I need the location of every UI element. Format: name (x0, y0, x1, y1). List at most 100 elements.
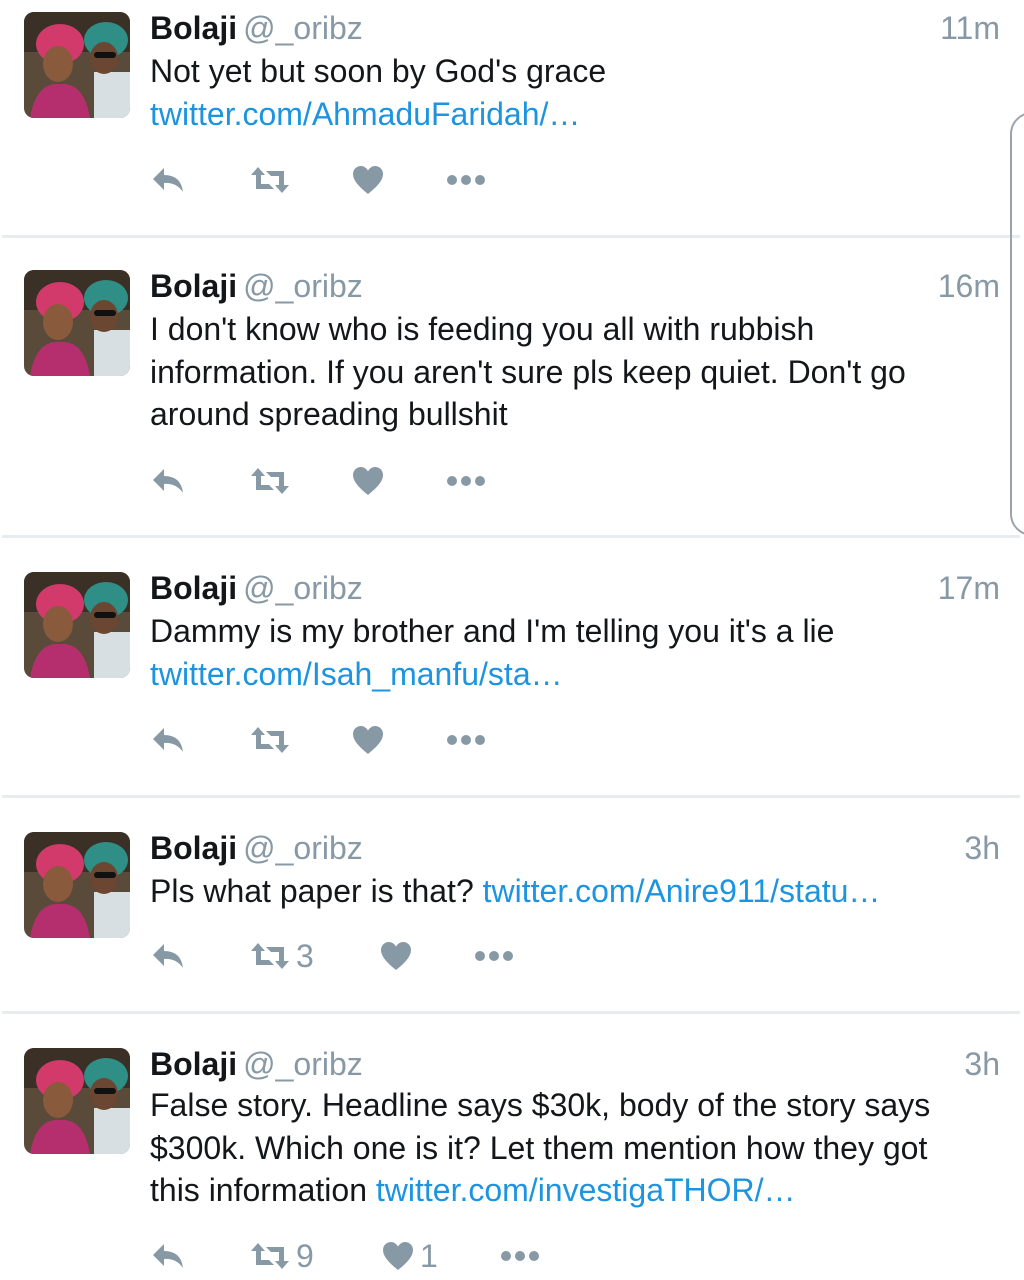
avatar[interactable] (24, 270, 130, 376)
like-count: 1 (420, 1237, 438, 1274)
retweet-button[interactable] (250, 160, 290, 200)
tweet-line: twitter.com/AhmaduFaridah/… (150, 93, 990, 136)
timestamp[interactable]: 11m (940, 8, 1000, 48)
like-button[interactable] (352, 160, 384, 200)
retweet-count: 3 (296, 937, 314, 974)
avatar[interactable] (24, 832, 130, 938)
timestamp[interactable]: 3h (964, 828, 1000, 868)
tweet-line-text: False story. Headline says $30k, body of… (150, 1087, 931, 1123)
tweet-header: Bolaji @_oribz 16m (150, 266, 1000, 306)
tweet-line: $300k. Which one is it? Let them mention… (150, 1127, 990, 1170)
tweet-line: Pls what paper is that? twitter.com/Anir… (150, 870, 990, 913)
reply-button[interactable] (150, 936, 186, 976)
author-handle[interactable]: @_oribz (243, 570, 363, 606)
tweet-link[interactable]: twitter.com/Anire911/statu… (483, 873, 881, 909)
timeline: Bolaji @_oribz 11m Not yet but soon by Go… (0, 0, 1024, 1280)
heart-icon (353, 166, 383, 194)
tweet-line: False story. Headline says $30k, body of… (150, 1084, 990, 1127)
reply-icon (153, 469, 183, 493)
more-icon (475, 951, 513, 961)
tweet-header: Bolaji @_oribz 17m (150, 568, 1000, 608)
scroll-edge (1010, 112, 1024, 536)
retweet-button[interactable] (250, 461, 290, 501)
tweet-line-text: information. If you aren't sure pls keep… (150, 353, 906, 390)
retweet-icon (251, 943, 289, 969)
reply-button[interactable] (150, 720, 186, 760)
tweet-line: this information twitter.com/investigaTH… (150, 1169, 990, 1212)
heart-icon (353, 726, 383, 754)
heart-icon (383, 1242, 413, 1270)
tweet-line: around spreading bullshit (150, 393, 990, 436)
more-button[interactable] (446, 720, 486, 760)
reply-icon (153, 1244, 183, 1268)
avatar[interactable] (24, 12, 130, 118)
timestamp[interactable]: 3h (964, 1044, 1000, 1084)
timestamp[interactable]: 16m (938, 266, 1000, 306)
reply-button[interactable] (150, 461, 186, 501)
more-icon (447, 735, 485, 745)
tweet-line-text: Not yet but soon by God's grace (150, 53, 607, 89)
tweet[interactable]: Bolaji @_oribz 17m Dammy is my brother an… (2, 538, 1020, 798)
tweet-text: Not yet but soon by God's grace twitter.… (150, 50, 990, 135)
tweet-link[interactable]: twitter.com/AhmaduFaridah/… (150, 96, 580, 132)
retweet-count: 9 (296, 1237, 314, 1274)
like-button[interactable] (352, 461, 384, 501)
more-button[interactable] (500, 1236, 540, 1276)
heart-icon (353, 467, 383, 495)
reply-button[interactable] (150, 160, 186, 200)
retweet-icon (251, 468, 289, 494)
more-icon (447, 476, 485, 486)
tweet-text: I don't know who is feeding you all with… (150, 308, 990, 436)
retweet-icon (251, 167, 289, 193)
tweet[interactable]: Bolaji @_oribz 3h False story. Headline s… (2, 1014, 1020, 1280)
tweet-line: information. If you aren't sure pls keep… (150, 351, 990, 394)
retweet-button[interactable]: 9 (250, 1236, 314, 1276)
avatar[interactable] (24, 572, 130, 678)
tweet-line-text: $300k. Which one is it? Let them mention… (150, 1129, 928, 1166)
tweet-line-text: around spreading bullshit (150, 396, 508, 432)
more-button[interactable] (474, 936, 514, 976)
retweet-button[interactable]: 3 (250, 936, 314, 976)
author-handle[interactable]: @_oribz (243, 830, 363, 866)
tweet-text: Pls what paper is that? twitter.com/Anir… (150, 870, 990, 913)
tweet-text: False story. Headline says $30k, body of… (150, 1084, 990, 1212)
more-button[interactable] (446, 160, 486, 200)
reply-icon (153, 728, 183, 752)
tweet[interactable]: Bolaji @_oribz 3h Pls what paper is that?… (2, 798, 1020, 1014)
tweet-line-text: this information (150, 1172, 376, 1208)
reply-icon (153, 944, 183, 968)
like-button[interactable] (352, 720, 384, 760)
more-icon (501, 1251, 539, 1261)
retweet-icon (251, 727, 289, 753)
tweet-line-text: I don't know who is feeding you all with… (150, 311, 815, 347)
tweet-line-text: Pls what paper is that? (150, 873, 483, 909)
like-button[interactable]: 1 (382, 1236, 438, 1276)
author-name[interactable]: Bolaji (150, 1046, 237, 1082)
retweet-icon (251, 1243, 289, 1269)
author-name[interactable]: Bolaji (150, 830, 237, 866)
more-button[interactable] (446, 461, 486, 501)
tweet-text: Dammy is my brother and I'm telling you … (150, 610, 990, 695)
tweet-line: Dammy is my brother and I'm telling you … (150, 610, 990, 653)
reply-icon (153, 168, 183, 192)
tweet-link[interactable]: twitter.com/investigaTHOR/… (376, 1172, 796, 1208)
tweet-line-text: Dammy is my brother and I'm telling you … (150, 613, 835, 649)
like-button[interactable] (380, 936, 412, 976)
author-name[interactable]: Bolaji (150, 268, 237, 304)
tweet[interactable]: Bolaji @_oribz 11m Not yet but soon by Go… (2, 0, 1020, 238)
author-name[interactable]: Bolaji (150, 10, 237, 46)
reply-button[interactable] (150, 1236, 186, 1276)
author-handle[interactable]: @_oribz (243, 10, 363, 46)
tweet-link[interactable]: twitter.com/Isah_manfu/sta… (150, 656, 563, 692)
heart-icon (381, 942, 411, 970)
timestamp[interactable]: 17m (938, 568, 1000, 608)
tweet[interactable]: Bolaji @_oribz 16m I don't know who is fe… (2, 238, 1020, 538)
author-name[interactable]: Bolaji (150, 570, 237, 606)
more-icon (447, 175, 485, 185)
avatar[interactable] (24, 1048, 130, 1154)
author-handle[interactable]: @_oribz (243, 1046, 363, 1082)
tweet-header: Bolaji @_oribz 11m (150, 8, 1000, 48)
retweet-button[interactable] (250, 720, 290, 760)
tweet-line: Not yet but soon by God's grace (150, 50, 990, 93)
author-handle[interactable]: @_oribz (243, 268, 363, 304)
